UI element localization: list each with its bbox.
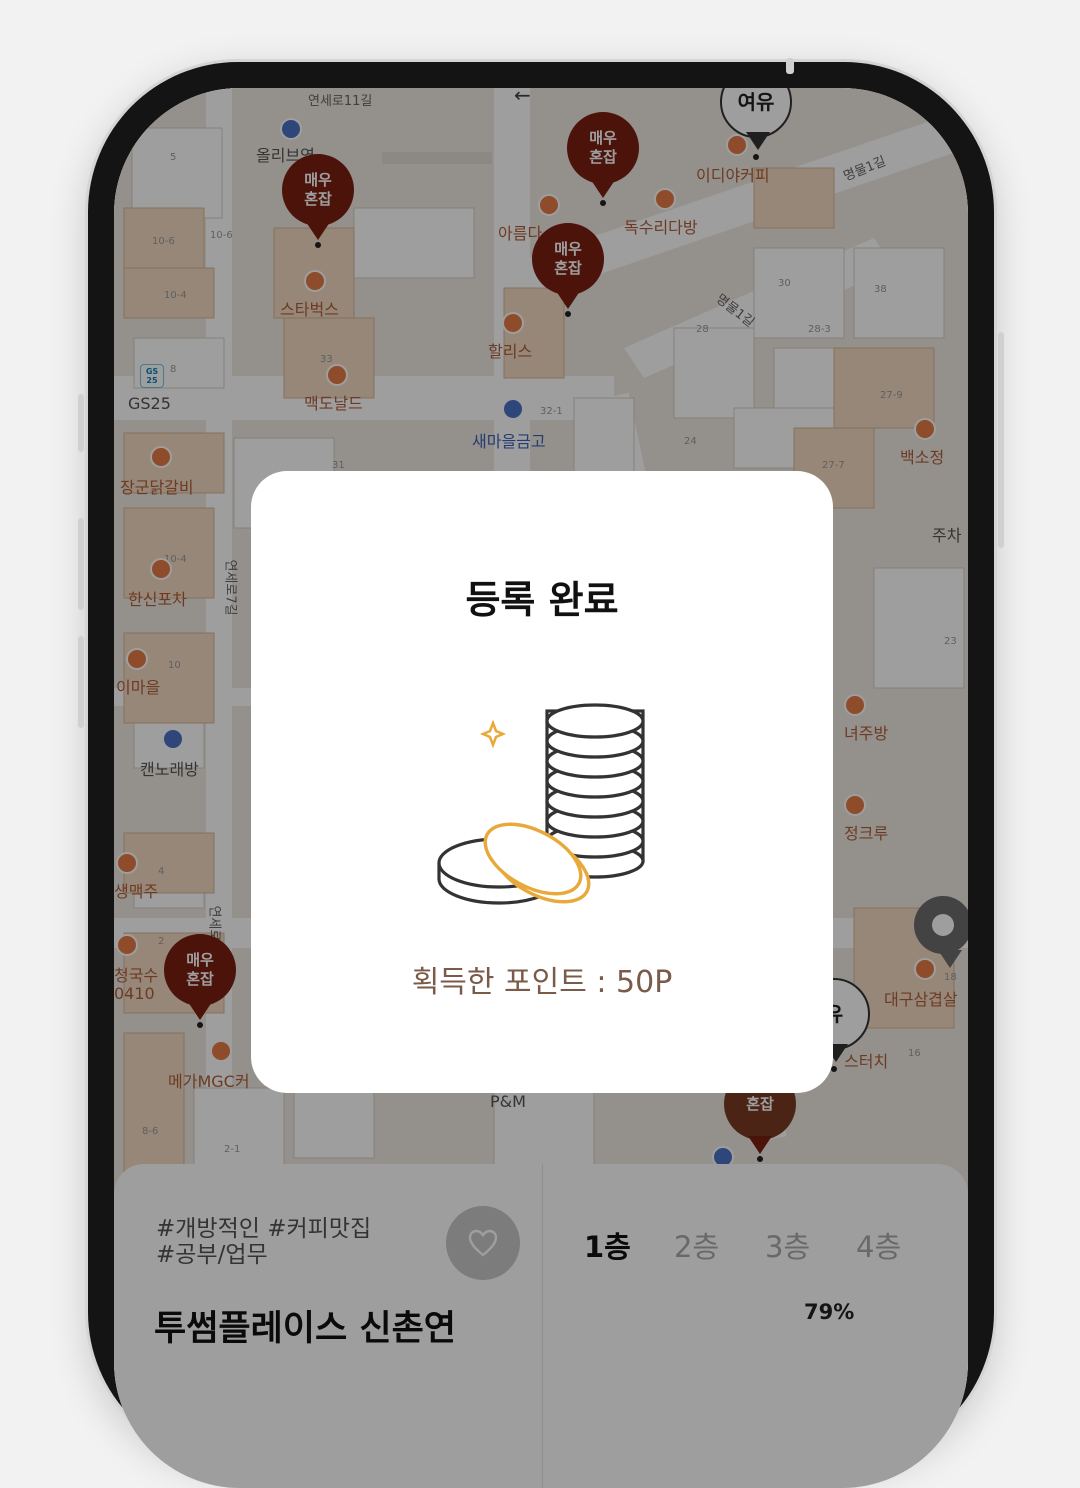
registration-complete-dialog: 등록 완료 획득한 포인트 : 50P <box>251 471 833 1093</box>
coins-icon <box>437 703 645 905</box>
dialog-title: 등록 완료 <box>465 578 619 622</box>
earned-points-text: 획득한 포인트 : 50P <box>411 965 673 1000</box>
mute-button <box>78 636 84 728</box>
side-button-top <box>786 58 794 74</box>
volume-down-button <box>78 518 84 610</box>
volume-up-button <box>78 394 84 452</box>
power-button <box>998 332 1004 548</box>
